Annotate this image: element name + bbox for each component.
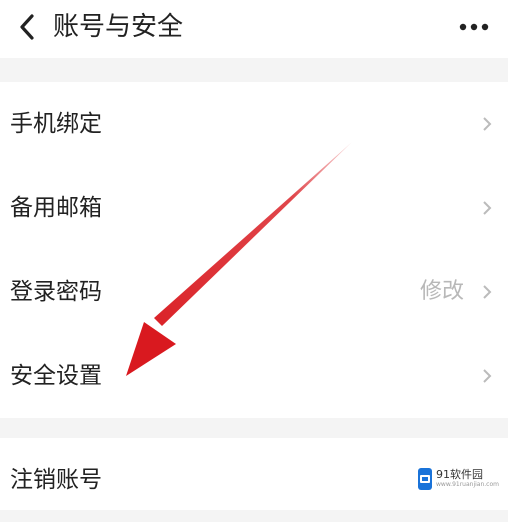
chevron-right-icon xyxy=(480,198,494,218)
watermark-text: 91软件园 xyxy=(436,468,483,481)
more-button[interactable] xyxy=(454,16,494,38)
chevron-left-icon xyxy=(20,14,34,40)
setting-value-modify: 修改 xyxy=(419,279,464,304)
watermark: 91软件园 www.91ruanjian.com xyxy=(418,464,499,494)
setting-label: 登录密码 xyxy=(10,279,102,305)
setting-label: 安全设置 xyxy=(10,363,102,389)
setting-row-phone-binding[interactable]: 手机绑定 xyxy=(0,82,508,166)
more-horizontal-icon xyxy=(459,23,489,31)
watermark-subtext: www.91ruanjian.com xyxy=(436,481,499,488)
setting-row-backup-email[interactable]: 备用邮箱 xyxy=(0,166,508,250)
section-divider xyxy=(0,418,508,438)
chevron-right-icon xyxy=(480,366,494,386)
chevron-right-icon xyxy=(480,282,494,302)
setting-label: 注销账号 xyxy=(10,467,102,493)
app-header: 账号与安全 xyxy=(0,0,508,58)
setting-label: 备用邮箱 xyxy=(10,195,102,221)
page-title: 账号与安全 xyxy=(53,12,184,42)
settings-group-account: 手机绑定 备用邮箱 登录密码 修改 安全设置 xyxy=(0,82,508,418)
back-button[interactable] xyxy=(12,12,42,42)
setting-row-security-settings[interactable]: 安全设置 xyxy=(0,334,508,418)
section-divider xyxy=(0,58,508,82)
watermark-logo-icon xyxy=(418,468,432,490)
setting-row-login-password[interactable]: 登录密码 修改 xyxy=(0,250,508,334)
chevron-right-icon xyxy=(480,114,494,134)
setting-label: 手机绑定 xyxy=(10,111,102,137)
